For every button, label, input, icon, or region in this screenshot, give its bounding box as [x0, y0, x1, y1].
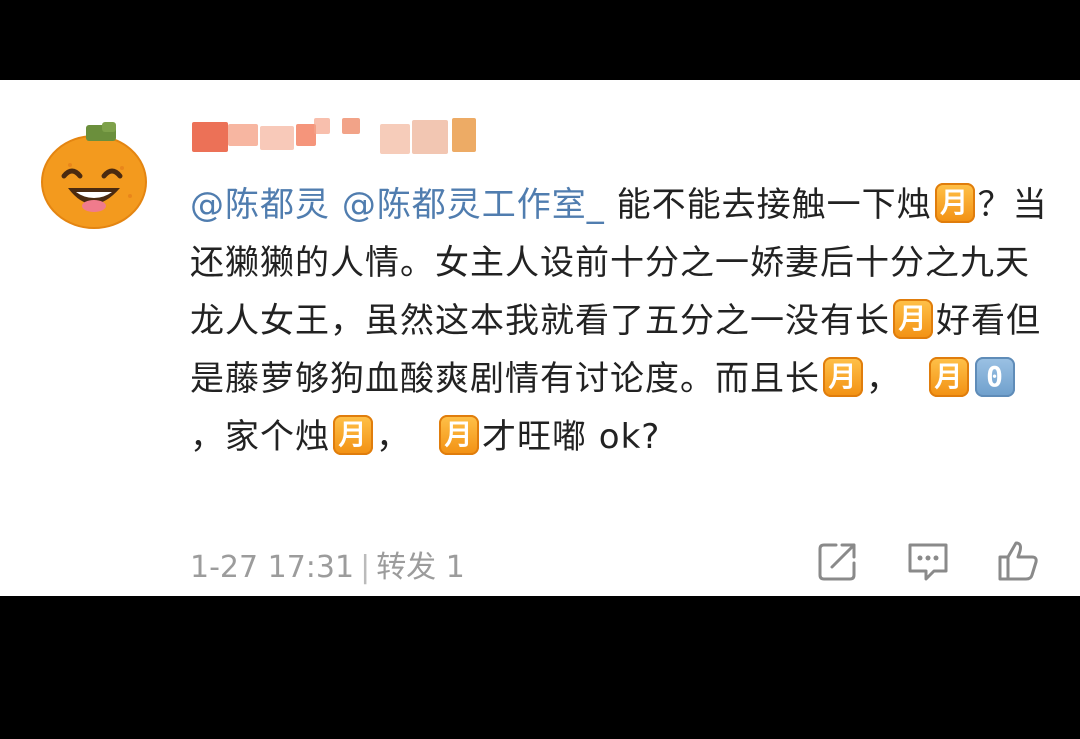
- like-icon: [998, 541, 1038, 581]
- orange-avatar-icon: [41, 122, 147, 229]
- comment-body: @陈都灵 @陈都灵工作室_ 能不能去接触一下烛月？当还獭獭的人情。女主人设前十分…: [190, 176, 1050, 466]
- timestamp: 1-27 17:31: [190, 550, 355, 585]
- comment-meta: 1-27 17:31 | 转发 1: [190, 542, 465, 586]
- avatar[interactable]: [40, 120, 150, 230]
- moon-emoji-icon: 月: [439, 415, 479, 455]
- comment-text: 才旺嘟 ok?: [482, 417, 661, 457]
- like-button[interactable]: [996, 539, 1040, 583]
- comment-icon: [908, 543, 948, 581]
- moon-emoji-icon: 月: [929, 357, 969, 397]
- mention-link[interactable]: @陈都灵: [190, 185, 330, 225]
- moon-emoji-icon: 月: [333, 415, 373, 455]
- meta-separator: |: [360, 550, 371, 585]
- share-icon: [818, 543, 856, 581]
- moon-emoji-icon: 月: [893, 299, 933, 339]
- zero-emoji-icon: 0: [975, 357, 1015, 397]
- moon-emoji-icon: 月: [823, 357, 863, 397]
- share-button[interactable]: [816, 539, 860, 583]
- comment-text: ，: [376, 417, 411, 457]
- comment-text: 能不能去接触一下烛: [604, 185, 932, 225]
- mention-link[interactable]: @陈都灵工作室_: [342, 185, 605, 225]
- comment-text: ，家个烛: [190, 417, 330, 457]
- comment-text: ，: [866, 359, 901, 399]
- repost-count[interactable]: 转发 1: [376, 550, 465, 585]
- moon-emoji-icon: 月: [934, 183, 975, 223]
- username-blurred[interactable]: [190, 116, 490, 156]
- comment-card: @陈都灵 @陈都灵工作室_ 能不能去接触一下烛月？当还獭獭的人情。女主人设前十分…: [0, 80, 1080, 596]
- comment-button[interactable]: [906, 539, 950, 583]
